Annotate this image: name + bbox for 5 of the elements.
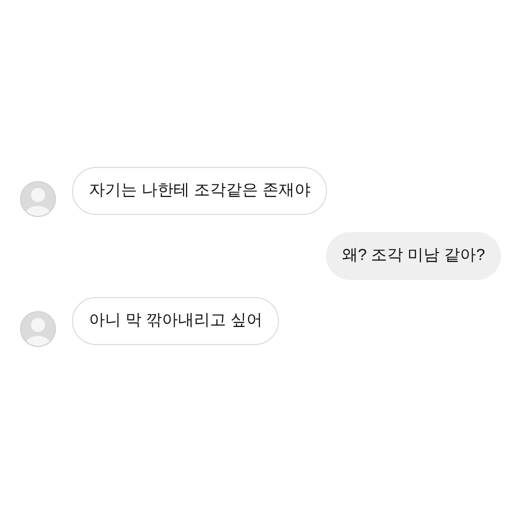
message-bubble: 아니 막 깎아내리고 싶어	[72, 297, 280, 345]
avatar-icon	[20, 181, 56, 217]
message-bubble: 왜? 조각 미남 같아?	[326, 232, 501, 280]
avatar-icon	[20, 311, 56, 347]
message-bubble: 자기는 나한테 조각같은 존재야	[72, 167, 328, 215]
